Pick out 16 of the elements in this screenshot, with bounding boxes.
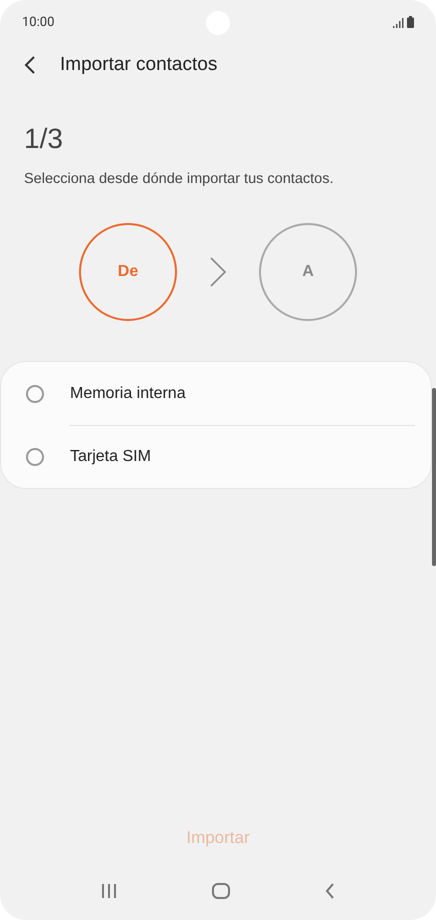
home-icon[interactable]: [212, 883, 230, 899]
battery-icon: [407, 16, 414, 28]
recent-apps-icon[interactable]: [101, 883, 118, 899]
back-icon[interactable]: [324, 883, 335, 899]
page-title: Importar contactos: [60, 54, 218, 76]
status-time: 10:00: [22, 14, 54, 30]
step-description: Selecciona desde dónde importar tus contactos.: [24, 171, 335, 187]
option-label[interactable]: Memoria interna: [70, 362, 415, 426]
step-circle: De: [79, 223, 177, 321]
radio-button[interactable]: [26, 384, 44, 402]
option-label[interactable]: Tarjeta SIM: [70, 425, 415, 488]
chevron-right-icon: [209, 257, 227, 287]
step-counter: 1/3: [24, 123, 64, 155]
radio-button[interactable]: [26, 448, 44, 466]
step-circle: A: [259, 223, 357, 321]
signal-icon: [393, 18, 404, 28]
